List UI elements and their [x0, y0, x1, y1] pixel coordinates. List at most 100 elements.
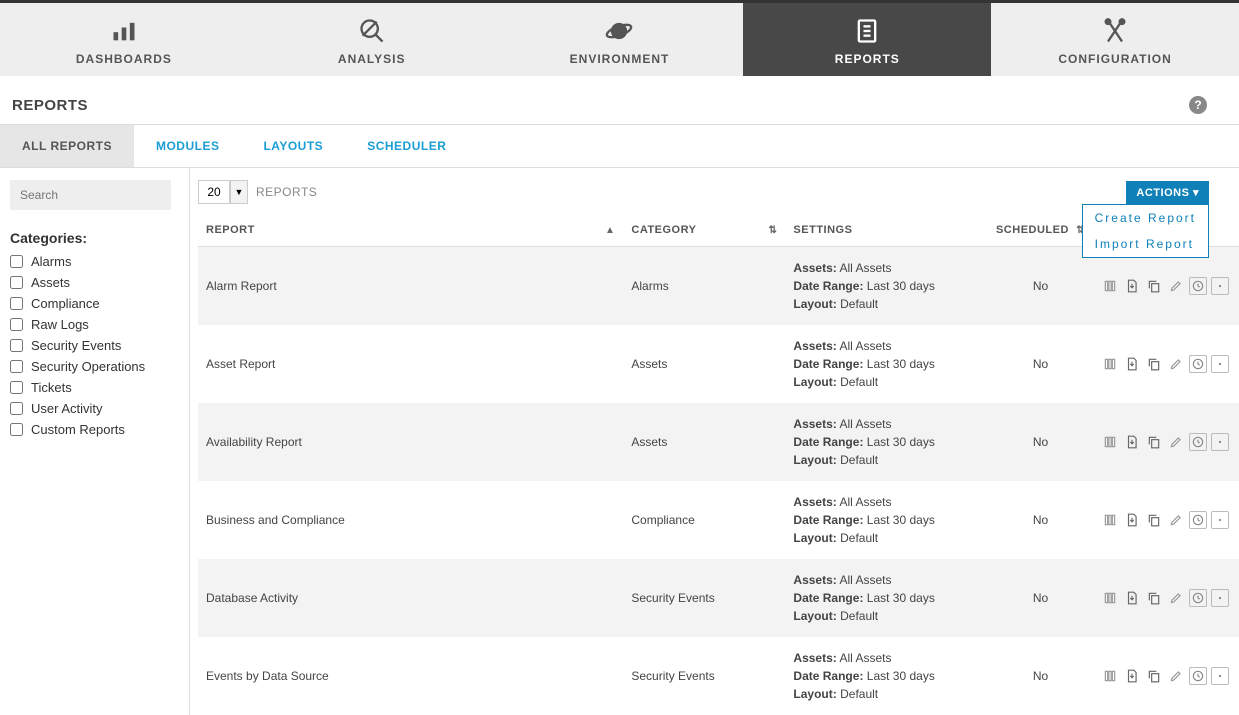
view-columns-icon[interactable]: [1101, 277, 1119, 295]
sort-asc-icon: ▲: [605, 225, 615, 236]
copy-icon[interactable]: [1145, 589, 1163, 607]
nav-analysis[interactable]: ANALYSIS: [248, 3, 496, 76]
category-label: Assets: [31, 275, 70, 290]
cell-settings: Assets: All Assets Date Range: Last 30 d…: [785, 637, 988, 715]
download-icon[interactable]: [1123, 589, 1141, 607]
pagesize-dropdown-button[interactable]: ▼: [230, 180, 248, 204]
action-import-report[interactable]: Import Report: [1083, 231, 1208, 257]
search-input[interactable]: [10, 180, 171, 210]
cell-scheduled: No: [988, 637, 1093, 715]
more-icon[interactable]: [1211, 667, 1229, 685]
nav-reports[interactable]: REPORTS: [743, 3, 991, 76]
table-row[interactable]: Database Activity Security Events Assets…: [198, 559, 1239, 637]
edit-icon[interactable]: [1167, 667, 1185, 685]
tab-layouts[interactable]: LAYOUTS: [241, 125, 345, 167]
col-category-header[interactable]: CATEGORY⇅: [623, 214, 785, 247]
category-item[interactable]: Assets: [10, 275, 179, 290]
category-checkbox[interactable]: [10, 402, 23, 415]
tab-modules[interactable]: MODULES: [134, 125, 242, 167]
table-row[interactable]: Asset Report Assets Assets: All Assets D…: [198, 325, 1239, 403]
category-item[interactable]: Tickets: [10, 380, 179, 395]
main-panel: ▼ REPORTS ACTIONS ▾ Create Report Import…: [190, 168, 1239, 715]
category-checkbox[interactable]: [10, 360, 23, 373]
col-label: CATEGORY: [631, 224, 696, 236]
cell-actions: [1093, 637, 1239, 715]
more-icon[interactable]: [1211, 433, 1229, 451]
cell-actions: [1093, 325, 1239, 403]
download-icon[interactable]: [1123, 355, 1141, 373]
magnifier-icon: [358, 17, 386, 45]
tab-all-reports[interactable]: ALL REPORTS: [0, 125, 134, 167]
cell-report: Business and Compliance: [198, 481, 623, 559]
col-report-header[interactable]: REPORT▲: [198, 214, 623, 247]
table-row[interactable]: Availability Report Assets Assets: All A…: [198, 403, 1239, 481]
col-scheduled-header[interactable]: SCHEDULED⇅: [988, 214, 1093, 247]
category-item[interactable]: Alarms: [10, 254, 179, 269]
download-icon[interactable]: [1123, 511, 1141, 529]
copy-icon[interactable]: [1145, 433, 1163, 451]
category-checkbox[interactable]: [10, 276, 23, 289]
view-columns-icon[interactable]: [1101, 667, 1119, 685]
schedule-icon[interactable]: [1189, 511, 1207, 529]
schedule-icon[interactable]: [1189, 667, 1207, 685]
cell-report: Availability Report: [198, 403, 623, 481]
edit-icon[interactable]: [1167, 355, 1185, 373]
actions-button[interactable]: ACTIONS ▾: [1126, 181, 1209, 204]
table-row[interactable]: Events by Data Source Security Events As…: [198, 637, 1239, 715]
help-icon[interactable]: ?: [1189, 96, 1207, 114]
schedule-icon[interactable]: [1189, 277, 1207, 295]
download-icon[interactable]: [1123, 667, 1141, 685]
cell-settings: Assets: All Assets Date Range: Last 30 d…: [785, 559, 988, 637]
pagesize-input[interactable]: [198, 180, 230, 204]
cell-scheduled: No: [988, 559, 1093, 637]
category-checkbox[interactable]: [10, 339, 23, 352]
category-item[interactable]: Security Operations: [10, 359, 179, 374]
more-icon[interactable]: [1211, 511, 1229, 529]
nav-configuration[interactable]: CONFIGURATION: [991, 3, 1239, 76]
nav-label: DASHBOARDS: [76, 52, 172, 66]
schedule-icon[interactable]: [1189, 433, 1207, 451]
edit-icon[interactable]: [1167, 589, 1185, 607]
copy-icon[interactable]: [1145, 277, 1163, 295]
category-checkbox[interactable]: [10, 318, 23, 331]
nav-label: CONFIGURATION: [1058, 52, 1171, 66]
tab-scheduler[interactable]: SCHEDULER: [345, 125, 468, 167]
nav-environment[interactable]: ENVIRONMENT: [496, 3, 744, 76]
category-item[interactable]: User Activity: [10, 401, 179, 416]
category-item[interactable]: Security Events: [10, 338, 179, 353]
list-header-label: REPORTS: [256, 185, 317, 199]
cell-actions: [1093, 559, 1239, 637]
nav-label: ANALYSIS: [338, 52, 406, 66]
view-columns-icon[interactable]: [1101, 511, 1119, 529]
more-icon[interactable]: [1211, 277, 1229, 295]
copy-icon[interactable]: [1145, 511, 1163, 529]
category-item[interactable]: Raw Logs: [10, 317, 179, 332]
view-columns-icon[interactable]: [1101, 355, 1119, 373]
copy-icon[interactable]: [1145, 667, 1163, 685]
download-icon[interactable]: [1123, 433, 1141, 451]
schedule-icon[interactable]: [1189, 589, 1207, 607]
category-checkbox[interactable]: [10, 297, 23, 310]
action-create-report[interactable]: Create Report: [1083, 205, 1208, 231]
view-columns-icon[interactable]: [1101, 589, 1119, 607]
edit-icon[interactable]: [1167, 277, 1185, 295]
cell-report: Database Activity: [198, 559, 623, 637]
schedule-icon[interactable]: [1189, 355, 1207, 373]
col-label: SETTINGS: [793, 224, 852, 236]
cell-report: Events by Data Source: [198, 637, 623, 715]
more-icon[interactable]: [1211, 355, 1229, 373]
copy-icon[interactable]: [1145, 355, 1163, 373]
more-icon[interactable]: [1211, 589, 1229, 607]
table-row[interactable]: Business and Compliance Compliance Asset…: [198, 481, 1239, 559]
nav-dashboards[interactable]: DASHBOARDS: [0, 3, 248, 76]
category-checkbox[interactable]: [10, 423, 23, 436]
category-checkbox[interactable]: [10, 381, 23, 394]
view-columns-icon[interactable]: [1101, 433, 1119, 451]
table-row[interactable]: Alarm Report Alarms Assets: All Assets D…: [198, 247, 1239, 326]
edit-icon[interactable]: [1167, 511, 1185, 529]
edit-icon[interactable]: [1167, 433, 1185, 451]
category-item[interactable]: Compliance: [10, 296, 179, 311]
category-item[interactable]: Custom Reports: [10, 422, 179, 437]
download-icon[interactable]: [1123, 277, 1141, 295]
category-checkbox[interactable]: [10, 255, 23, 268]
